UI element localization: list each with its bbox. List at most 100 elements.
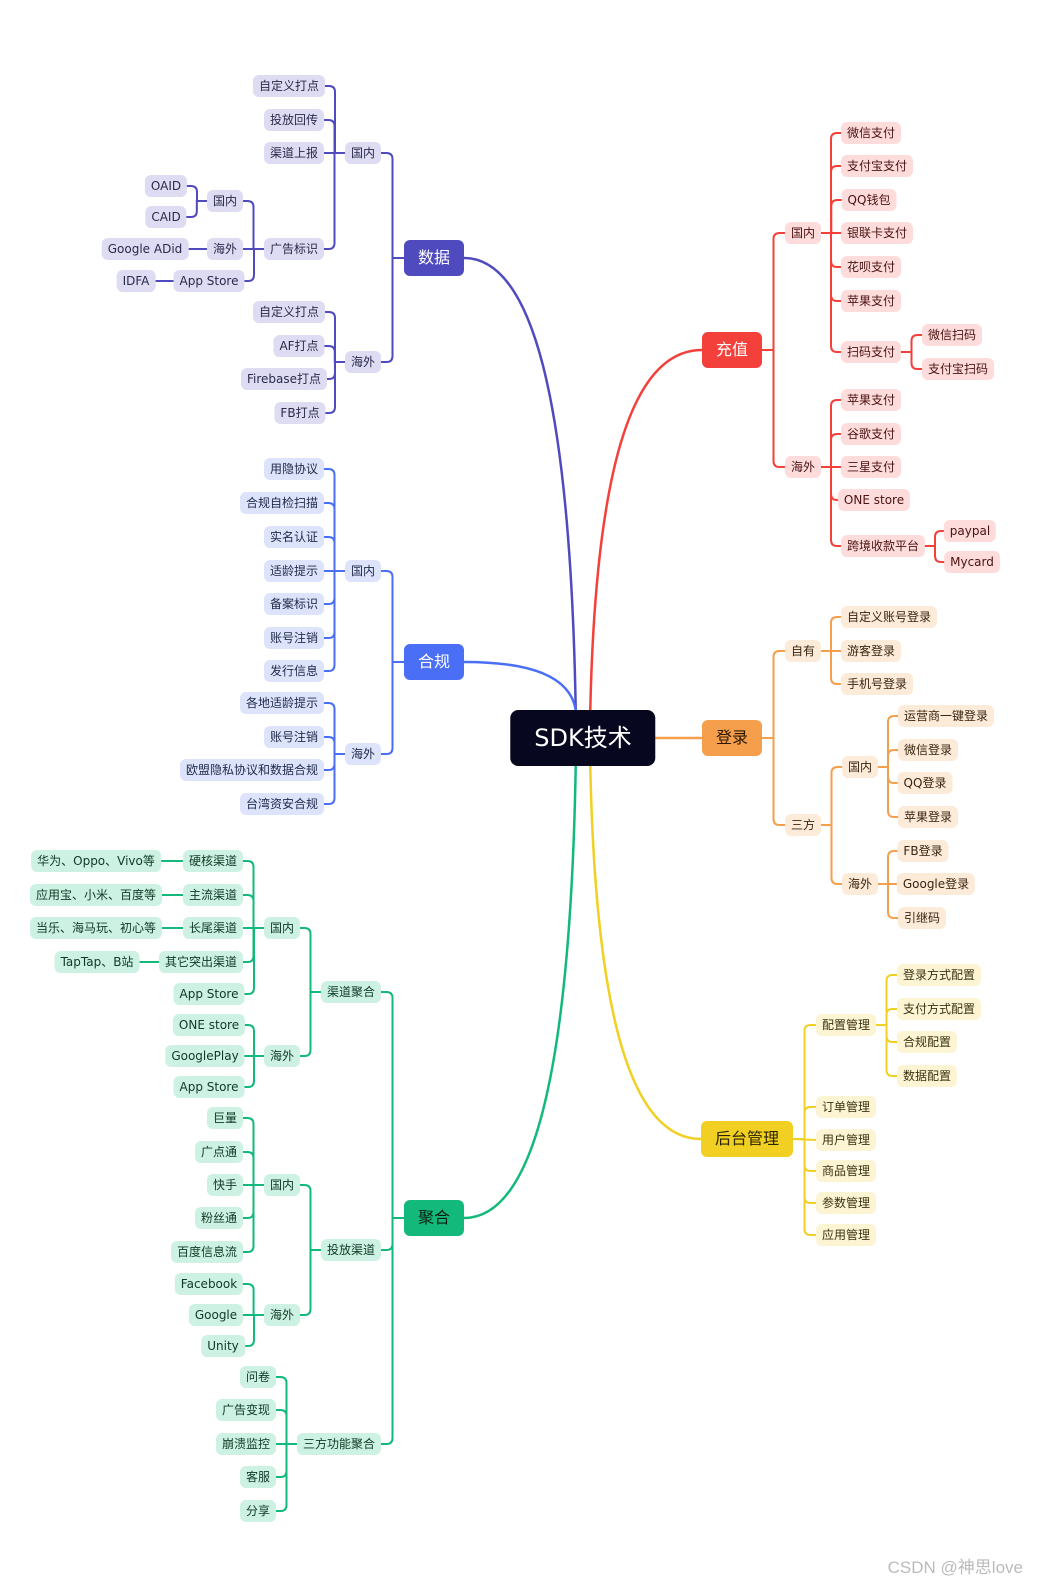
topic-node[interactable]: 自定义打点	[252, 301, 326, 323]
topic-node[interactable]: 自定义打点	[252, 75, 326, 97]
topic-node[interactable]: OAID	[144, 175, 188, 197]
topic-node[interactable]: 三星支付	[840, 456, 902, 478]
topic-node[interactable]: 崩溃监控	[215, 1433, 277, 1455]
topic-node[interactable]: FB登录	[897, 840, 949, 862]
topic-node[interactable]: 商品管理	[815, 1160, 877, 1182]
topic-node[interactable]: 华为、Oppo、Vivo等	[31, 850, 161, 872]
topic-node[interactable]: 支付宝支付	[840, 155, 914, 177]
topic-node[interactable]: 自有	[784, 640, 822, 662]
topic-node[interactable]: Google	[188, 1304, 244, 1326]
topic-node[interactable]: TapTap、B站	[54, 951, 140, 973]
topic-node[interactable]: 苹果支付	[840, 389, 902, 411]
topic-node[interactable]: 海外	[263, 1304, 301, 1326]
topic-node[interactable]: 手机号登录	[840, 673, 914, 695]
topic-node[interactable]: 适龄提示	[263, 560, 325, 582]
topic-node[interactable]: 广点通	[194, 1141, 244, 1163]
topic-node[interactable]: 国内	[206, 190, 244, 212]
branch-node-合规[interactable]: 合规	[403, 644, 465, 680]
topic-node[interactable]: 登录方式配置	[896, 964, 982, 986]
topic-node[interactable]: 微信支付	[840, 122, 902, 144]
topic-node[interactable]: 国内	[841, 756, 879, 778]
topic-node[interactable]: 用户管理	[815, 1129, 877, 1151]
topic-node[interactable]: 欧盟隐私协议和数据合规	[179, 759, 325, 781]
topic-node[interactable]: 主流渠道	[182, 884, 244, 906]
topic-node[interactable]: 数据配置	[896, 1065, 958, 1087]
topic-node[interactable]: QQ钱包	[841, 189, 897, 211]
topic-node[interactable]: 国内	[344, 560, 382, 582]
topic-node[interactable]: Google登录	[896, 873, 976, 895]
branch-node-后台管理[interactable]: 后台管理	[700, 1121, 794, 1157]
topic-node[interactable]: 账号注销	[263, 627, 325, 649]
topic-node[interactable]: 硬核渠道	[182, 850, 244, 872]
topic-node[interactable]: 投放渠道	[320, 1239, 382, 1261]
topic-node[interactable]: 自定义账号登录	[840, 606, 938, 628]
topic-node[interactable]: paypal	[943, 520, 997, 542]
topic-node[interactable]: 海外	[263, 1045, 301, 1067]
branch-node-充值[interactable]: 充值	[701, 332, 763, 368]
topic-node[interactable]: 发行信息	[263, 660, 325, 682]
topic-node[interactable]: 分享	[239, 1500, 277, 1522]
branch-node-数据[interactable]: 数据	[403, 240, 465, 276]
topic-node[interactable]: 三方	[784, 814, 822, 836]
topic-node[interactable]: 支付宝扫码	[921, 358, 995, 380]
topic-node[interactable]: 当乐、海马玩、初心等	[29, 917, 163, 939]
topic-node[interactable]: App Store	[173, 270, 245, 292]
topic-node[interactable]: App Store	[173, 1076, 245, 1098]
topic-node[interactable]: FB打点	[274, 402, 326, 424]
topic-node[interactable]: 海外	[784, 456, 822, 478]
topic-node[interactable]: GooglePlay	[165, 1045, 245, 1067]
topic-node[interactable]: ONE store	[172, 1014, 246, 1036]
topic-node[interactable]: 海外	[344, 743, 382, 765]
topic-node[interactable]: 渠道聚合	[320, 981, 382, 1003]
topic-node[interactable]: 扫码支付	[840, 341, 902, 363]
topic-node[interactable]: 粉丝通	[194, 1207, 244, 1229]
topic-node[interactable]: 备案标识	[263, 593, 325, 615]
topic-node[interactable]: 百度信息流	[170, 1241, 244, 1263]
topic-node[interactable]: IDFA	[116, 270, 156, 292]
topic-node[interactable]: 微信扫码	[921, 324, 983, 346]
topic-node[interactable]: 快手	[206, 1174, 244, 1196]
topic-node[interactable]: 国内	[784, 222, 822, 244]
topic-node[interactable]: 合规配置	[896, 1031, 958, 1053]
topic-node[interactable]: 海外	[206, 238, 244, 260]
topic-node[interactable]: 三方功能聚合	[296, 1433, 382, 1455]
topic-node[interactable]: 海外	[841, 873, 879, 895]
topic-node[interactable]: 巨量	[206, 1107, 244, 1129]
branch-node-登录[interactable]: 登录	[701, 720, 763, 756]
topic-node[interactable]: 国内	[263, 917, 301, 939]
topic-node[interactable]: 跨境收款平台	[840, 535, 926, 557]
topic-node[interactable]: 银联卡支付	[840, 222, 914, 244]
topic-node[interactable]: 国内	[344, 142, 382, 164]
topic-node[interactable]: 游客登录	[840, 640, 902, 662]
topic-node[interactable]: 渠道上报	[263, 142, 325, 164]
topic-node[interactable]: 其它突出渠道	[158, 951, 244, 973]
topic-node[interactable]: AF打点	[273, 335, 325, 357]
topic-node[interactable]: 微信登录	[897, 739, 959, 761]
topic-node[interactable]: QQ登录	[897, 772, 953, 794]
topic-node[interactable]: 国内	[263, 1174, 301, 1196]
topic-node[interactable]: 谷歌支付	[840, 423, 902, 445]
topic-node[interactable]: CAID	[145, 206, 187, 228]
topic-node[interactable]: Mycard	[944, 551, 1000, 573]
topic-node[interactable]: 长尾渠道	[182, 917, 244, 939]
topic-node[interactable]: 问卷	[239, 1366, 277, 1388]
topic-node[interactable]: 订单管理	[815, 1096, 877, 1118]
topic-node[interactable]: 苹果支付	[840, 290, 902, 312]
topic-node[interactable]: 应用宝、小米、百度等	[29, 884, 163, 906]
topic-node[interactable]: 实名认证	[263, 526, 325, 548]
topic-node[interactable]: App Store	[173, 983, 245, 1005]
topic-node[interactable]: 用隐协议	[263, 458, 325, 480]
root-node[interactable]: SDK技术	[510, 710, 656, 766]
topic-node[interactable]: 各地适龄提示	[239, 692, 325, 714]
topic-node[interactable]: Facebook	[174, 1273, 244, 1295]
topic-node[interactable]: 广告变现	[215, 1399, 277, 1421]
topic-node[interactable]: Firebase打点	[240, 368, 328, 390]
topic-node[interactable]: 应用管理	[815, 1224, 877, 1246]
topic-node[interactable]: 客服	[239, 1466, 277, 1488]
topic-node[interactable]: 广告标识	[263, 238, 325, 260]
topic-node[interactable]: 支付方式配置	[896, 998, 982, 1020]
topic-node[interactable]: Google ADid	[101, 238, 189, 260]
topic-node[interactable]: ONE store	[837, 489, 911, 511]
topic-node[interactable]: 海外	[344, 351, 382, 373]
topic-node[interactable]: 投放回传	[263, 109, 325, 131]
